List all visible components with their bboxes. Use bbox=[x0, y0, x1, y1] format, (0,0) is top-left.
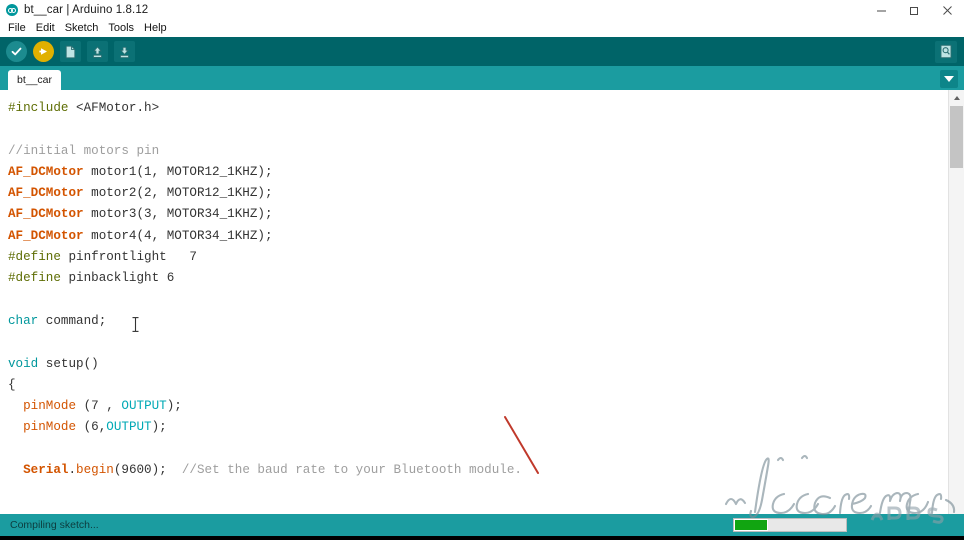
code-token: char bbox=[8, 313, 39, 328]
window-title: bt__car | Arduino 1.8.12 bbox=[24, 4, 149, 16]
code-token: begin bbox=[76, 463, 114, 478]
code-line: //initial motors pin bbox=[8, 141, 948, 162]
code-line: char command; bbox=[8, 311, 948, 332]
sketch-tab-bt-car[interactable]: bt__car bbox=[8, 70, 62, 90]
code-token: ); bbox=[151, 420, 167, 435]
scrollbar-thumb[interactable] bbox=[950, 106, 963, 168]
code-token: OUTPUT bbox=[106, 420, 152, 435]
code-token: (7 , bbox=[76, 399, 122, 414]
save-down-arrow-icon bbox=[120, 46, 129, 58]
menu-bar: File Edit Sketch Tools Help bbox=[0, 20, 964, 37]
code-token: pinMode bbox=[8, 420, 77, 435]
compile-progress-bar bbox=[733, 518, 847, 532]
open-sketch-button[interactable] bbox=[87, 41, 108, 62]
status-message: Compiling sketch... bbox=[10, 519, 99, 531]
code-token: motor3(3, MOTOR34_1KHZ); bbox=[83, 207, 273, 222]
code-token: //Set the baud rate to your Bluetooth mo… bbox=[181, 463, 522, 478]
main-toolbar bbox=[0, 37, 964, 66]
upload-arrow-icon bbox=[39, 48, 47, 55]
sketch-tab-bar: bt__car bbox=[0, 66, 964, 90]
title-bar: bt__car | Arduino 1.8.12 bbox=[0, 0, 964, 20]
upload-button[interactable] bbox=[33, 41, 54, 62]
code-line: AF_DCMotor motor3(3, MOTOR34_1KHZ); bbox=[8, 204, 948, 225]
compile-progress-fill bbox=[734, 519, 768, 531]
serial-monitor-magnifier-icon bbox=[940, 44, 952, 59]
minimize-icon bbox=[877, 10, 886, 11]
code-token: pinMode bbox=[8, 399, 77, 414]
code-line: void setup() bbox=[8, 354, 948, 375]
chevron-down-icon bbox=[944, 76, 954, 82]
code-token: pinbacklight 6 bbox=[60, 271, 175, 286]
status-bar: Compiling sketch... bbox=[0, 514, 964, 536]
code-token: AF_DCMotor bbox=[8, 207, 84, 222]
code-line: #define pinbacklight 6 bbox=[8, 268, 948, 289]
open-up-arrow-icon bbox=[93, 45, 102, 58]
arduino-ide-window: bt__car | Arduino 1.8.12 File Edit Sketc… bbox=[0, 0, 964, 540]
code-token: //initial motors pin bbox=[8, 143, 160, 158]
close-button[interactable] bbox=[931, 0, 964, 20]
code-token: pinfrontlight 7 bbox=[60, 250, 197, 265]
menu-item-tools[interactable]: Tools bbox=[103, 20, 139, 37]
code-token: AF_DCMotor bbox=[8, 186, 84, 201]
verify-button[interactable] bbox=[6, 41, 27, 62]
code-line: #include <AFMotor.h> bbox=[8, 98, 948, 119]
code-line: AF_DCMotor motor2(2, MOTOR12_1KHZ); bbox=[8, 183, 948, 204]
serial-monitor-button[interactable] bbox=[935, 40, 957, 63]
restore-icon bbox=[910, 6, 918, 15]
code-token: AF_DCMotor bbox=[8, 228, 84, 243]
code-token: (6, bbox=[76, 420, 107, 435]
new-file-icon bbox=[65, 45, 76, 58]
code-token: motor1(1, MOTOR12_1KHZ); bbox=[83, 164, 273, 179]
code-token: command; bbox=[38, 313, 107, 328]
menu-item-file[interactable]: File bbox=[3, 20, 31, 37]
code-token: #define bbox=[8, 271, 61, 286]
scroll-up-arrow-icon bbox=[953, 95, 960, 100]
editor-vertical-scrollbar[interactable] bbox=[948, 90, 964, 514]
code-line: AF_DCMotor motor1(1, MOTOR12_1KHZ); bbox=[8, 162, 948, 183]
arduino-infinity-icon bbox=[6, 4, 18, 16]
code-token: { bbox=[8, 377, 16, 392]
scrollbar-up-button[interactable] bbox=[949, 90, 964, 105]
menu-item-edit[interactable]: Edit bbox=[31, 20, 60, 37]
code-token: #include bbox=[8, 101, 77, 115]
code-token: AF_DCMotor bbox=[8, 164, 84, 179]
close-icon bbox=[943, 5, 952, 15]
code-line: pinMode (6,OUTPUT); bbox=[8, 417, 948, 438]
code-token: setup() bbox=[38, 356, 99, 371]
sketch-tab-label: bt__car bbox=[17, 74, 53, 86]
code-token: . bbox=[68, 463, 77, 478]
code-token: (9600); bbox=[113, 463, 182, 478]
new-sketch-button[interactable] bbox=[60, 41, 81, 62]
minimize-button[interactable] bbox=[865, 0, 898, 20]
maximize-button[interactable] bbox=[898, 0, 931, 20]
code-line: { bbox=[8, 375, 948, 396]
menu-item-help[interactable]: Help bbox=[139, 20, 172, 37]
code-token: #define bbox=[8, 250, 61, 265]
bottom-black-strip bbox=[0, 536, 964, 540]
code-token: motor2(2, MOTOR12_1KHZ); bbox=[83, 186, 273, 201]
save-sketch-button[interactable] bbox=[114, 41, 135, 62]
code-token: OUTPUT bbox=[121, 399, 167, 414]
code-token: void bbox=[8, 356, 39, 371]
code-editor[interactable]: #include <AFMotor.h> //initial motors pi… bbox=[0, 90, 948, 514]
code-line: AF_DCMotor motor4(4, MOTOR34_1KHZ); bbox=[8, 226, 948, 247]
code-line: #define pinfrontlight 7 bbox=[8, 247, 948, 268]
window-controls bbox=[865, 0, 964, 20]
tab-menu-button[interactable] bbox=[940, 70, 958, 88]
code-token: Serial bbox=[8, 463, 69, 478]
code-token: ); bbox=[166, 399, 182, 414]
check-icon bbox=[11, 47, 22, 56]
menu-item-sketch[interactable]: Sketch bbox=[60, 20, 104, 37]
code-line: pinMode (7 , OUTPUT); bbox=[8, 396, 948, 417]
code-line: Serial.begin(9600); //Set the baud rate … bbox=[8, 460, 948, 481]
code-token: motor4(4, MOTOR34_1KHZ); bbox=[83, 228, 273, 243]
code-token: <AFMotor.h> bbox=[76, 101, 160, 115]
